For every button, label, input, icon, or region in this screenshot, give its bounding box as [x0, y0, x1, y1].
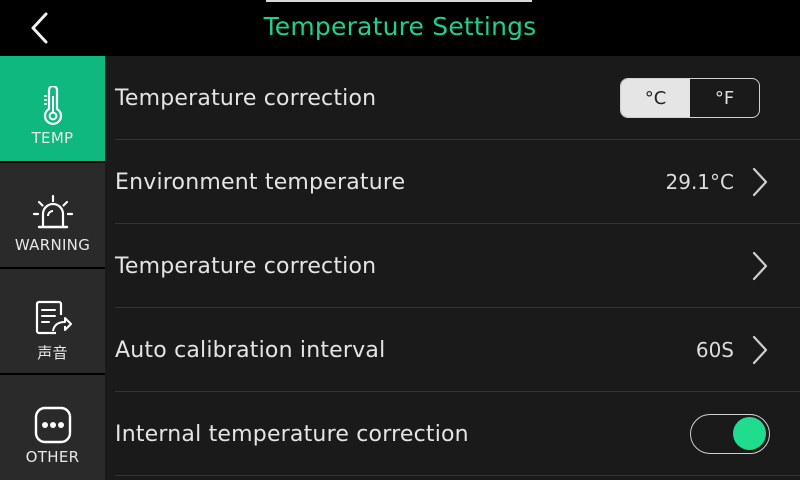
setting-label: Auto calibration interval [115, 338, 386, 363]
sidebar: TEMP WARNING 声音 OTHER [0, 56, 105, 480]
setting-value: 29.1°C [665, 170, 735, 194]
setting-row-auto-calibration-interval[interactable]: Auto calibration interval 60S [105, 308, 800, 392]
sidebar-item-label: TEMP [31, 129, 74, 147]
setting-row-environment-temperature[interactable]: Environment temperature 29.1°C [105, 140, 800, 224]
chevron-right-icon [752, 167, 768, 197]
setting-label: Internal temperature correction [115, 422, 469, 447]
internal-correction-toggle[interactable] [690, 414, 770, 454]
toggle-knob [733, 417, 766, 450]
sidebar-item-other[interactable]: OTHER [0, 375, 105, 480]
chevron-right-icon [752, 335, 768, 365]
page-title: Temperature Settings [263, 12, 537, 41]
document-share-icon [34, 300, 72, 338]
header-bar: Temperature Settings [0, 0, 800, 56]
thermometer-icon [40, 86, 66, 126]
setting-label: Temperature correction [115, 254, 377, 279]
setting-row-temperature-correction[interactable]: Temperature correction [105, 224, 800, 308]
unit-segmented-control: °C °F [620, 78, 760, 118]
setting-label: Environment temperature [115, 170, 406, 195]
sidebar-item-label: OTHER [25, 448, 80, 466]
sidebar-item-warning[interactable]: WARNING [0, 163, 105, 267]
unit-option-fahrenheit[interactable]: °F [690, 79, 759, 117]
setting-value: 60S [695, 338, 734, 362]
unit-option-celsius[interactable]: °C [621, 79, 690, 117]
setting-row-internal-temperature-correction: Internal temperature correction [105, 392, 800, 476]
sidebar-item-sound[interactable]: 声音 [0, 269, 105, 373]
alarm-light-icon [32, 194, 73, 232]
settings-list: Temperature correction °C °F Environment… [105, 56, 800, 480]
sidebar-item-label: WARNING [14, 236, 91, 254]
top-indicator-line [266, 0, 532, 2]
chevron-right-icon [752, 251, 768, 281]
sidebar-item-label: 声音 [37, 344, 68, 362]
setting-row-temperature-unit: Temperature correction °C °F [105, 56, 800, 140]
more-dots-icon [34, 406, 72, 444]
setting-label: Temperature correction [115, 86, 377, 111]
row-divider [115, 475, 800, 476]
sidebar-item-temp[interactable]: TEMP [0, 56, 105, 161]
